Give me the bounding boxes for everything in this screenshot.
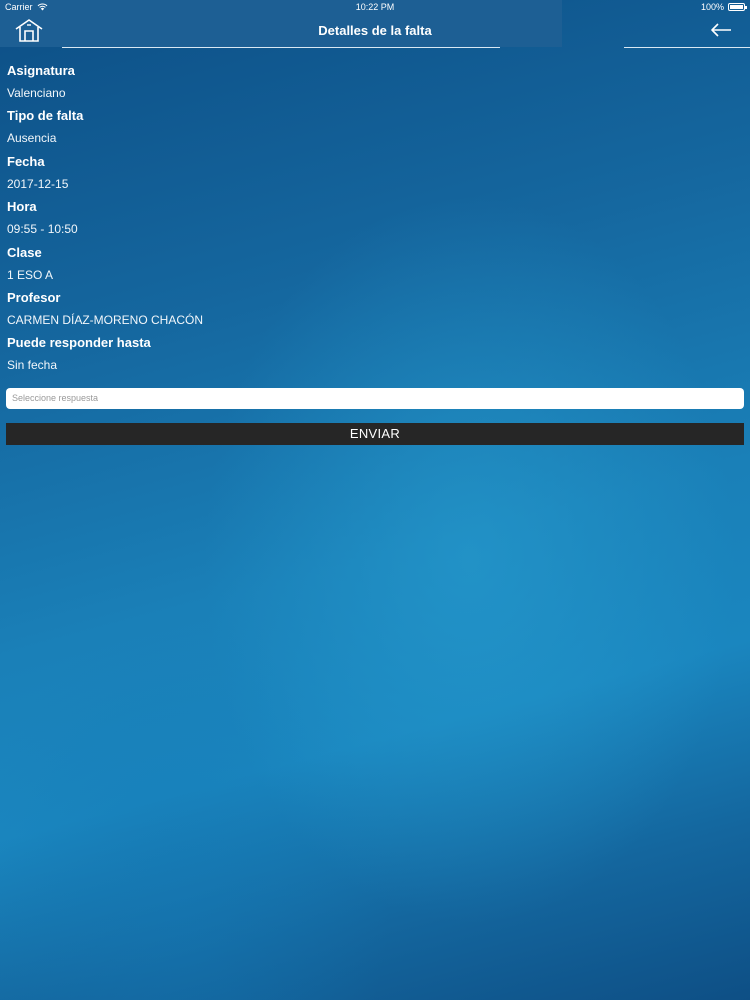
response-select[interactable]: Seleccione respuesta	[6, 388, 744, 409]
detail-label: Clase	[7, 244, 42, 260]
detail-value: CARMEN DÍAZ-MORENO CHACÓN	[7, 312, 204, 327]
response-placeholder: Seleccione respuesta	[12, 393, 99, 403]
battery-icon	[728, 3, 747, 11]
detail-label: Asignatura	[7, 63, 75, 78]
detail-value: Ausencia	[7, 131, 57, 146]
detail-label: Fecha	[7, 153, 45, 169]
detail-deadline: Puede responder hasta Sin fecha	[7, 333, 743, 378]
back-button[interactable]	[710, 22, 732, 38]
detail-value: 2017-12-15	[7, 176, 69, 191]
status-bar: Carrier 10:22 PM 100%	[0, 0, 750, 14]
detail-teacher: Profesor CARMEN DÍAZ-MORENO CHACÓN	[7, 288, 743, 333]
detail-label: Profesor	[7, 289, 61, 305]
absence-details: Asignatura Valenciano Tipo de falta Ause…	[7, 61, 743, 379]
detail-value: 09:55 - 10:50	[7, 222, 78, 237]
header-divider	[624, 47, 750, 48]
send-button[interactable]: ENVIAR	[6, 423, 744, 445]
clock-label: 10:22 PM	[355, 2, 395, 12]
navigation-bar: Detalles de la falta	[0, 14, 750, 48]
page-title: Detalles de la falta	[318, 23, 432, 38]
detail-date: Fecha 2017-12-15	[7, 152, 743, 197]
detail-class: Clase 1 ESO A	[7, 243, 743, 288]
detail-value: 1 ESO A	[7, 267, 54, 282]
arrow-left-icon	[711, 23, 731, 37]
battery-percent: 100%	[700, 2, 724, 12]
detail-value: Valenciano	[7, 86, 66, 100]
detail-label: Tipo de falta	[7, 108, 84, 124]
detail-label: Puede responder hasta	[7, 335, 151, 351]
detail-value: Sin fecha	[7, 358, 58, 373]
detail-label: Hora	[7, 199, 37, 215]
header-divider	[62, 47, 500, 48]
detail-time: Hora 09:55 - 10:50	[7, 197, 743, 242]
detail-absence-type: Tipo de falta Ausencia	[7, 106, 743, 151]
detail-subject: Asignatura Valenciano	[7, 61, 743, 106]
